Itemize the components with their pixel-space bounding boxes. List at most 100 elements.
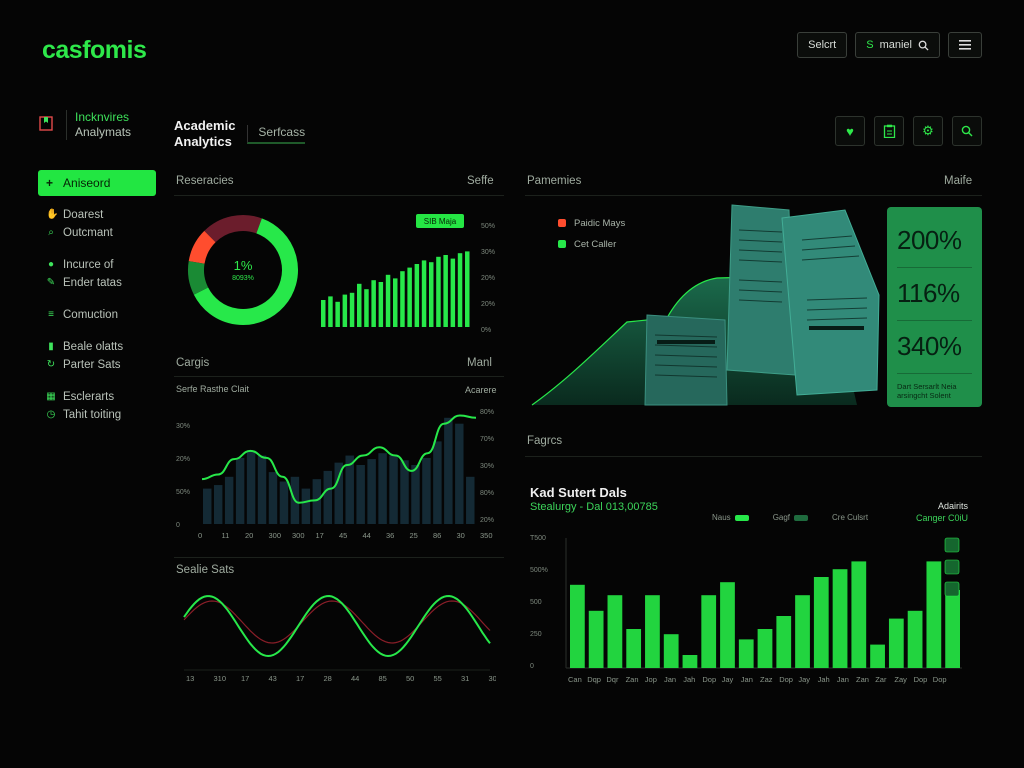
sidebar-item[interactable]: ✋ Doarest	[38, 206, 156, 224]
combo-bar	[279, 481, 289, 524]
metric-footnote: Dart Sersarlt Neia arsingcht Solent	[897, 382, 972, 400]
settings-button[interactable]: ⚙	[913, 116, 943, 146]
big-bar-legend: Naus Gagf Cre Culsrt	[712, 513, 868, 522]
mini-bar	[335, 301, 340, 327]
combo-right-tick: 20%	[480, 517, 494, 524]
metric-card: 200% 116% 340% Dart Sersarlt Neia arsing…	[887, 207, 982, 407]
combo-x-tick: 300	[269, 531, 282, 540]
sidebar-item[interactable]: ≡ Comuction	[38, 306, 156, 324]
sidebar-item[interactable]: ▦ Esclerarts	[38, 388, 156, 406]
big-bar-x-tick: Jan	[664, 675, 676, 684]
mini-bar	[364, 289, 369, 327]
hand-icon: ✋	[46, 209, 59, 220]
divider	[174, 557, 504, 558]
big-bar-side-chip[interactable]	[944, 581, 960, 597]
page-title-line2: Analytics	[174, 134, 232, 149]
combo-bar	[378, 453, 387, 524]
sine-x-tick: 31	[461, 674, 469, 683]
donut-center-value: 1%	[234, 258, 253, 273]
combo-bar	[411, 465, 420, 524]
brand-line2: Analymats	[75, 125, 132, 139]
pamemies-legend: Paidic Mays Cet Caller	[558, 213, 625, 255]
favorite-button[interactable]: ♥	[835, 116, 865, 146]
combo-bar	[246, 450, 256, 524]
sidebar-item[interactable]: ◷ Tahit toiting	[38, 406, 156, 424]
sidebar-group: ✋ Doarest ⌕ Outcmant	[38, 206, 156, 242]
big-bar	[588, 610, 604, 668]
big-bar-legend-item: Naus	[712, 513, 749, 522]
mini-bar	[342, 294, 348, 327]
big-bar-x-tick: Zaz	[760, 675, 773, 684]
top-actions: Selcrt S maniel	[797, 32, 982, 58]
big-bar-x-tick: Jay	[722, 675, 734, 684]
combo-left-tick: 50%	[176, 489, 190, 496]
mini-bar-chart: SIB Maja 50% 30% 20% 20% 0%	[321, 214, 495, 334]
search-panel-button[interactable]	[952, 116, 982, 146]
sidebar-groups: ✋ Doarest ⌕ Outcmant ● Incurce of ✎ Ender tatas…	[38, 206, 156, 424]
sine-x-tick: 13	[186, 674, 194, 683]
sidebar-item-label: Beale olatts	[63, 341, 124, 353]
sidebar-item-label: Parter Sats	[63, 359, 121, 371]
calendar-icon: ▦	[46, 391, 56, 402]
combo-bar	[268, 472, 278, 524]
mini-bar	[436, 256, 441, 327]
combo-right-tick: 30%	[480, 463, 494, 470]
combo-x-tick: 30	[457, 531, 465, 540]
edit-icon: ✎	[46, 277, 56, 288]
big-bar-side-chip[interactable]	[944, 537, 960, 553]
big-bar	[757, 629, 773, 668]
select-button[interactable]: Selcrt	[797, 32, 848, 58]
sine-x-tick: 44	[351, 674, 359, 683]
sidebar-item[interactable]: ↻ Parter Sats	[38, 356, 156, 374]
menu-button[interactable]	[948, 32, 982, 58]
sidebar-item[interactable]: ● Incurce of	[38, 256, 156, 274]
sine-x-tick: 55	[434, 674, 442, 683]
linebar-subtitle-text: Serfe Rasthe Clait	[176, 384, 250, 394]
big-bar-x-tick: Zan	[626, 675, 639, 684]
big-bar-chart: T500 500% 500 250 0 Can Dqp Dqr Zan Jop Jan Jah Dop J…	[530, 535, 962, 684]
combo-bar	[367, 459, 376, 524]
sidebar-item[interactable]: ⌕ Outcmant	[38, 224, 156, 242]
mini-bar	[371, 280, 376, 327]
combo-bar	[224, 476, 234, 524]
app-logo[interactable]: casfomis	[42, 36, 147, 65]
sidebar-item-label: Ender tatas	[63, 277, 122, 289]
divider	[525, 195, 982, 196]
metric-footnote-line1: Dart Sersarlt Neia	[897, 382, 957, 391]
big-bar-x-tick: Jan	[837, 675, 849, 684]
legend-swatch	[558, 219, 566, 228]
big-bar	[607, 595, 623, 668]
donut-segment	[204, 215, 262, 243]
combo-bar	[356, 465, 365, 524]
legend-swatch	[558, 240, 566, 249]
sine-x-tick: 43	[269, 674, 277, 683]
panel-pamemies-label: Pamemies	[527, 175, 582, 187]
sine-line-secondary	[183, 600, 491, 644]
sidebar-item-active[interactable]: + Aniseord	[38, 170, 156, 196]
big-bar-y-tick: 500%	[530, 567, 548, 574]
sidebar-item-label: Incurce of	[63, 259, 114, 271]
combo-bar	[444, 417, 453, 524]
mini-bar-tick: 30%	[481, 249, 495, 256]
combo-x-tick: 20	[245, 531, 253, 540]
big-bar-y-tick: T500	[530, 535, 546, 542]
sine-x-tick: 28	[324, 674, 332, 683]
big-bar-x-tick: Jan	[741, 675, 753, 684]
sidebar-active-label: Aniseord	[63, 176, 111, 190]
clipboard-button[interactable]	[874, 116, 904, 146]
combo-bar	[213, 485, 223, 524]
big-bar-corner: Adairits Canger C0iU	[916, 500, 968, 524]
sidebar-item[interactable]: ✎ Ender tatas	[38, 274, 156, 292]
big-bar-subtitle: Stealurgy - Dal 013,00785	[530, 501, 658, 513]
sidebar-item[interactable]: ▮ Beale olatts	[38, 338, 156, 356]
divider	[174, 195, 504, 196]
big-bar-side-chip[interactable]	[944, 559, 960, 575]
sine-x-tick: 85	[379, 674, 387, 683]
big-bar	[738, 639, 754, 668]
mini-bar	[328, 296, 333, 327]
search-button[interactable]: S maniel	[855, 32, 940, 58]
sine-x-tick: 50	[406, 674, 414, 683]
sidebar-group: ● Incurce of ✎ Ender tatas	[38, 256, 156, 292]
tab-subtitle[interactable]: Serfcass	[247, 124, 306, 144]
sine-x-tick: 17	[241, 674, 249, 683]
